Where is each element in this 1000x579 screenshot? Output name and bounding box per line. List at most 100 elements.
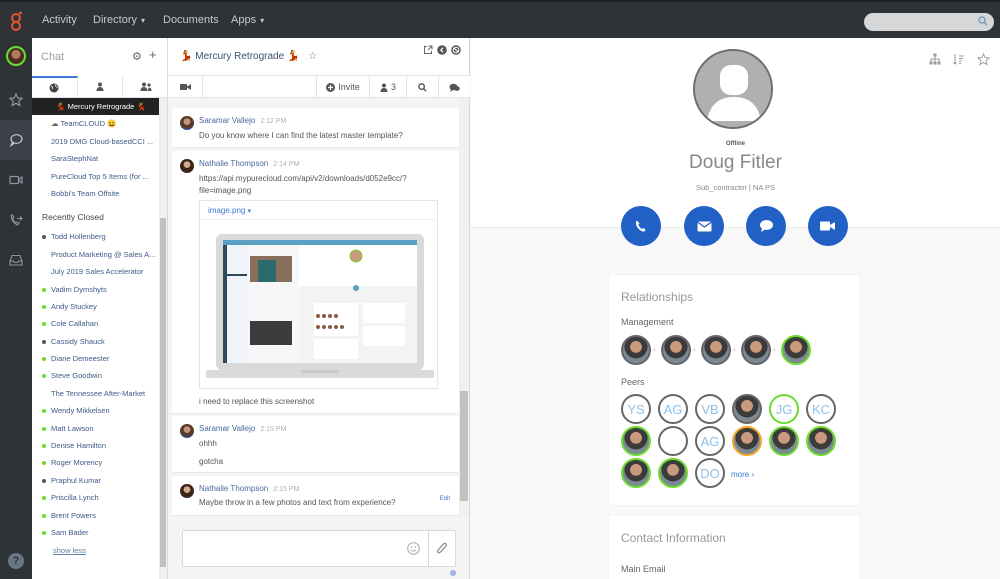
laptop-screenshot-image[interactable] <box>206 232 434 380</box>
more-peers-link[interactable]: more › <box>731 470 754 479</box>
recent-chat-item[interactable]: Diane Demeester <box>32 350 160 367</box>
manager-avatar[interactable] <box>701 335 731 365</box>
chat-item[interactable]: Bobbi's Team Offsite <box>32 185 160 202</box>
edit-message-link[interactable]: Edit <box>440 496 450 502</box>
gear-icon[interactable]: ⚙ <box>132 50 142 63</box>
avatar[interactable] <box>180 484 194 498</box>
sort-icon[interactable] <box>953 53 965 65</box>
avatar[interactable] <box>180 424 194 438</box>
recent-chat-item[interactable]: Cassidy Shauck <box>32 333 160 350</box>
recent-chat-item[interactable]: July 2019 Sales Accelerator <box>32 263 160 280</box>
recent-chat-item[interactable]: Praphul Kumar <box>32 472 160 489</box>
rail-call-forward[interactable] <box>0 200 32 240</box>
recent-chat-item[interactable]: Roger Morency <box>32 454 160 471</box>
call-button[interactable] <box>621 206 661 246</box>
download-link[interactable]: https://api.mypurecloud.com/api/v2/downl… <box>199 174 407 183</box>
rail-chat[interactable] <box>0 120 32 160</box>
message-author[interactable]: Saramar Vallejo 2:12 PM <box>199 116 286 125</box>
tab-all-chats[interactable] <box>32 76 78 97</box>
message-input[interactable] <box>182 530 456 567</box>
recent-chat-item[interactable]: Andy Stuckey <box>32 298 160 315</box>
nav-activity[interactable]: Activity <box>42 14 77 26</box>
nav-directory[interactable]: Directory ▾ <box>93 14 145 26</box>
peer-avatar[interactable] <box>621 426 651 456</box>
recent-chat-item[interactable]: Wendy Mikkelsen <box>32 402 160 419</box>
chat-button[interactable] <box>746 206 786 246</box>
rail-video[interactable] <box>0 160 32 200</box>
recent-chat-item[interactable]: Priscilla Lynch <box>32 489 160 506</box>
recent-chat-item[interactable]: The Tennessee After-Market <box>32 385 160 402</box>
email-button[interactable] <box>684 206 724 246</box>
invite-button[interactable]: Invite <box>316 76 369 98</box>
nav-apps[interactable]: Apps ▾ <box>231 14 264 26</box>
message-scrollbar[interactable] <box>459 98 469 517</box>
search-input[interactable] <box>864 13 994 31</box>
peer-avatar[interactable] <box>621 458 651 488</box>
attach-file-button[interactable] <box>428 531 455 566</box>
collapse-icon[interactable] <box>437 45 447 55</box>
attachment-header[interactable]: image.png ▾ <box>200 201 437 220</box>
peer-avatar[interactable] <box>732 394 762 424</box>
manager-avatar[interactable] <box>661 335 691 365</box>
peer-avatar[interactable]: AG <box>695 426 725 456</box>
avatar[interactable] <box>180 116 194 130</box>
recent-chat-item[interactable]: Sam Bader <box>32 524 160 541</box>
message-author[interactable]: Saramar Vallejo 2:15 PM <box>199 424 286 433</box>
chat-item[interactable]: SaraStephNat <box>32 150 160 167</box>
recent-chat-item[interactable]: Cole Callahan <box>32 315 160 332</box>
scrollbar-thumb[interactable] <box>160 218 166 567</box>
genesys-logo-icon[interactable] <box>8 10 24 32</box>
peer-avatar[interactable]: VB <box>695 394 725 424</box>
peer-avatar[interactable]: KC <box>806 394 836 424</box>
recent-chat-item[interactable]: Denise Hamilton <box>32 437 160 454</box>
add-chat-icon[interactable]: + <box>149 47 157 62</box>
rail-inbox[interactable] <box>0 240 32 280</box>
chat-settings-button[interactable] <box>438 76 470 98</box>
emoji-icon[interactable] <box>407 542 420 555</box>
show-less-link[interactable]: show less <box>32 541 160 559</box>
image-attachment[interactable]: image.png ▾ <box>199 200 438 389</box>
peer-avatar[interactable] <box>806 426 836 456</box>
info-icon[interactable] <box>450 570 456 576</box>
recent-chat-item[interactable]: Todd Hollenberg <box>32 228 160 245</box>
recent-chat-item[interactable]: Matt Lawson <box>32 420 160 437</box>
org-chart-icon[interactable] <box>929 53 941 65</box>
scrollbar-thumb[interactable] <box>460 391 468 501</box>
search-conversation-button[interactable] <box>406 76 438 98</box>
peer-avatar[interactable]: YS <box>621 394 651 424</box>
chat-item[interactable]: PureCloud Top 5 Items (for ... <box>32 168 160 185</box>
user-avatar[interactable] <box>6 46 26 66</box>
manager-avatar[interactable] <box>621 335 651 365</box>
recent-chat-item[interactable]: Product Marketing @ Sales A... <box>32 246 160 263</box>
download-link[interactable]: file=image.png <box>199 186 251 195</box>
peer-avatar[interactable] <box>658 426 688 456</box>
manager-avatar[interactable] <box>741 335 771 365</box>
video-button[interactable] <box>808 206 848 246</box>
star-icon[interactable]: ☆ <box>308 51 317 62</box>
participants-button[interactable]: 3 <box>369 76 406 98</box>
video-call-button[interactable] <box>168 76 202 98</box>
manager-avatar[interactable] <box>781 335 811 365</box>
message-author[interactable]: Nathalie Thompson 2:15 PM <box>199 484 299 493</box>
close-icon[interactable] <box>451 45 461 55</box>
peer-avatar[interactable]: JG <box>769 394 799 424</box>
chat-item[interactable]: 2019 DMG Cloud-basedCCI ... <box>32 133 160 150</box>
peer-avatar[interactable] <box>658 458 688 488</box>
tab-people[interactable] <box>78 76 124 97</box>
message-author[interactable]: Nathalie Thompson 2:14 PM <box>199 159 299 168</box>
peer-avatar[interactable] <box>769 426 799 456</box>
peer-avatar[interactable] <box>732 426 762 456</box>
tab-groups[interactable] <box>123 76 168 97</box>
peer-avatar[interactable]: DO <box>695 458 725 488</box>
favorite-star-icon[interactable] <box>977 53 990 66</box>
recent-chat-item[interactable]: Brent Powers <box>32 507 160 524</box>
nav-documents[interactable]: Documents <box>163 14 219 26</box>
chat-item-teamcloud[interactable]: ☁ TeamCLOUD 😀 <box>32 115 160 132</box>
popout-icon[interactable] <box>423 45 433 55</box>
peer-avatar[interactable]: AG <box>658 394 688 424</box>
recent-chat-item[interactable]: Steve Goodwin <box>32 367 160 384</box>
chat-item-mercury-retrograde[interactable]: 💃 Mercury Retrograde 💃 <box>32 98 160 116</box>
avatar[interactable] <box>180 159 194 173</box>
chat-list-scrollbar[interactable] <box>159 98 167 579</box>
rail-favorites[interactable] <box>0 80 32 120</box>
